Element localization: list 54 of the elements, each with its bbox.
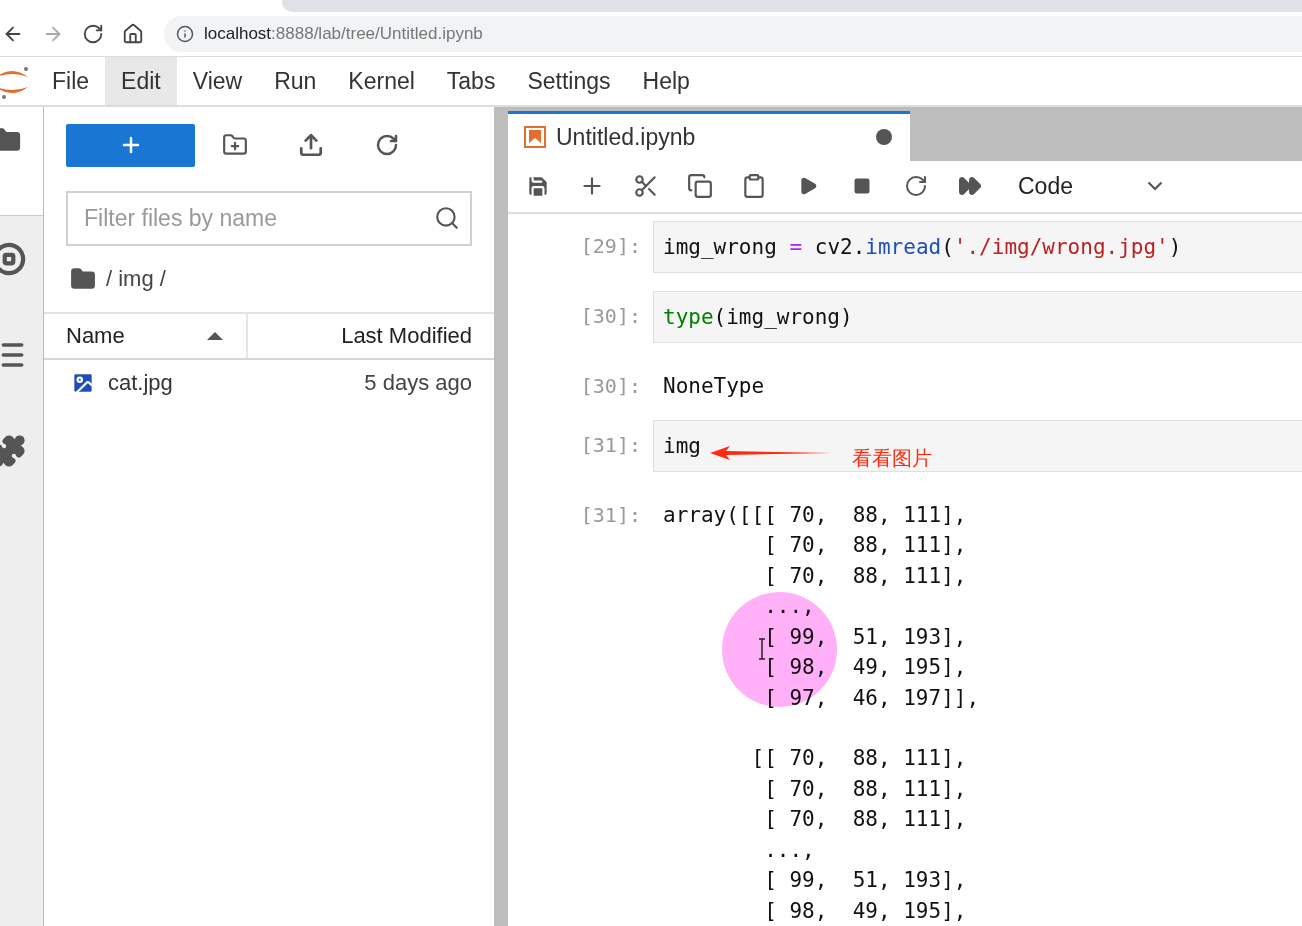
- code-input[interactable]: type(img_wrong): [653, 291, 1302, 343]
- file-date: 5 days ago: [364, 370, 472, 396]
- search-icon: [434, 205, 460, 231]
- menu-item[interactable]: Help: [626, 57, 706, 105]
- url-text: localhost:8888/lab/tree/Untitled.ipynb: [204, 24, 483, 44]
- output-prompt: [30]:: [579, 373, 642, 400]
- filter-field[interactable]: Filter files by name: [66, 191, 472, 246]
- menu-item[interactable]: File: [36, 57, 106, 105]
- text-cursor-icon: [758, 638, 766, 660]
- menu-item[interactable]: View: [176, 57, 259, 105]
- file-name: cat.jpg: [108, 370, 174, 396]
- column-header[interactable]: Last Modified: [248, 314, 494, 358]
- output-line: [ 70, 88, 111],: [764, 562, 967, 590]
- column-label: Name: [66, 323, 125, 349]
- menu-item[interactable]: Tabs: [430, 57, 512, 105]
- code-input[interactable]: img 看看图片: [653, 419, 1302, 472]
- menu-item[interactable]: Run: [258, 57, 333, 105]
- menu-item[interactable]: Edit: [105, 57, 177, 105]
- output-line: [[ 70, 88, 111],: [751, 745, 967, 772]
- notebook-icon: [524, 126, 546, 149]
- output-line: [ 70, 88, 111],: [764, 775, 967, 803]
- output-line: NoneType: [663, 373, 765, 400]
- copy-icon[interactable]: [686, 172, 714, 201]
- notebook-tab[interactable]: Untitled.ipynb: [508, 110, 910, 161]
- output-line: [ 70, 88, 111],: [764, 806, 967, 833]
- input-prompt: [31]:: [579, 431, 642, 459]
- output-line: [ 99, 51, 193],: [764, 867, 967, 894]
- folder-icon: [70, 266, 96, 292]
- address-bar[interactable]: localhost:8888/lab/tree/Untitled.ipynb: [164, 16, 1302, 52]
- new-launcher-button[interactable]: [66, 123, 195, 167]
- output-line: ...,: [764, 593, 815, 620]
- caret-icon: [1147, 181, 1163, 192]
- menu-item[interactable]: Kernel: [332, 57, 431, 105]
- output-line: [ 97, 46, 197]],: [764, 684, 980, 712]
- output-line: [ 70, 88, 111],: [764, 532, 967, 559]
- cell-type-dropdown[interactable]: Code: [1018, 173, 1163, 200]
- output-line: array([[[ 70, 88, 111],: [663, 501, 967, 529]
- breadcrumb[interactable]: / img /: [106, 266, 166, 292]
- annotation-text: 看看图片: [852, 444, 932, 472]
- tab-title: Untitled.ipynb: [556, 123, 697, 151]
- column-label: Last Modified: [341, 323, 472, 349]
- upload-icon[interactable]: [297, 131, 325, 159]
- output-line: [ 99, 51, 193],: [764, 623, 967, 651]
- output-line: [ 98, 49, 195],: [764, 654, 967, 681]
- info-icon: [176, 25, 194, 43]
- column-header[interactable]: Name: [44, 314, 248, 358]
- code-input[interactable]: img_wrong = cv2.imread('./img/wrong.jpg'): [653, 221, 1302, 273]
- output-line: ...,: [764, 836, 815, 864]
- output-prompt: [31]:: [579, 501, 642, 529]
- menu-item[interactable]: Settings: [511, 57, 627, 105]
- input-prompt: [29]:: [579, 233, 642, 260]
- output-line: [ 98, 49, 195],: [764, 897, 967, 925]
- input-prompt: [30]:: [579, 303, 642, 330]
- file-row[interactable]: cat.jpg 5 days ago: [44, 360, 494, 406]
